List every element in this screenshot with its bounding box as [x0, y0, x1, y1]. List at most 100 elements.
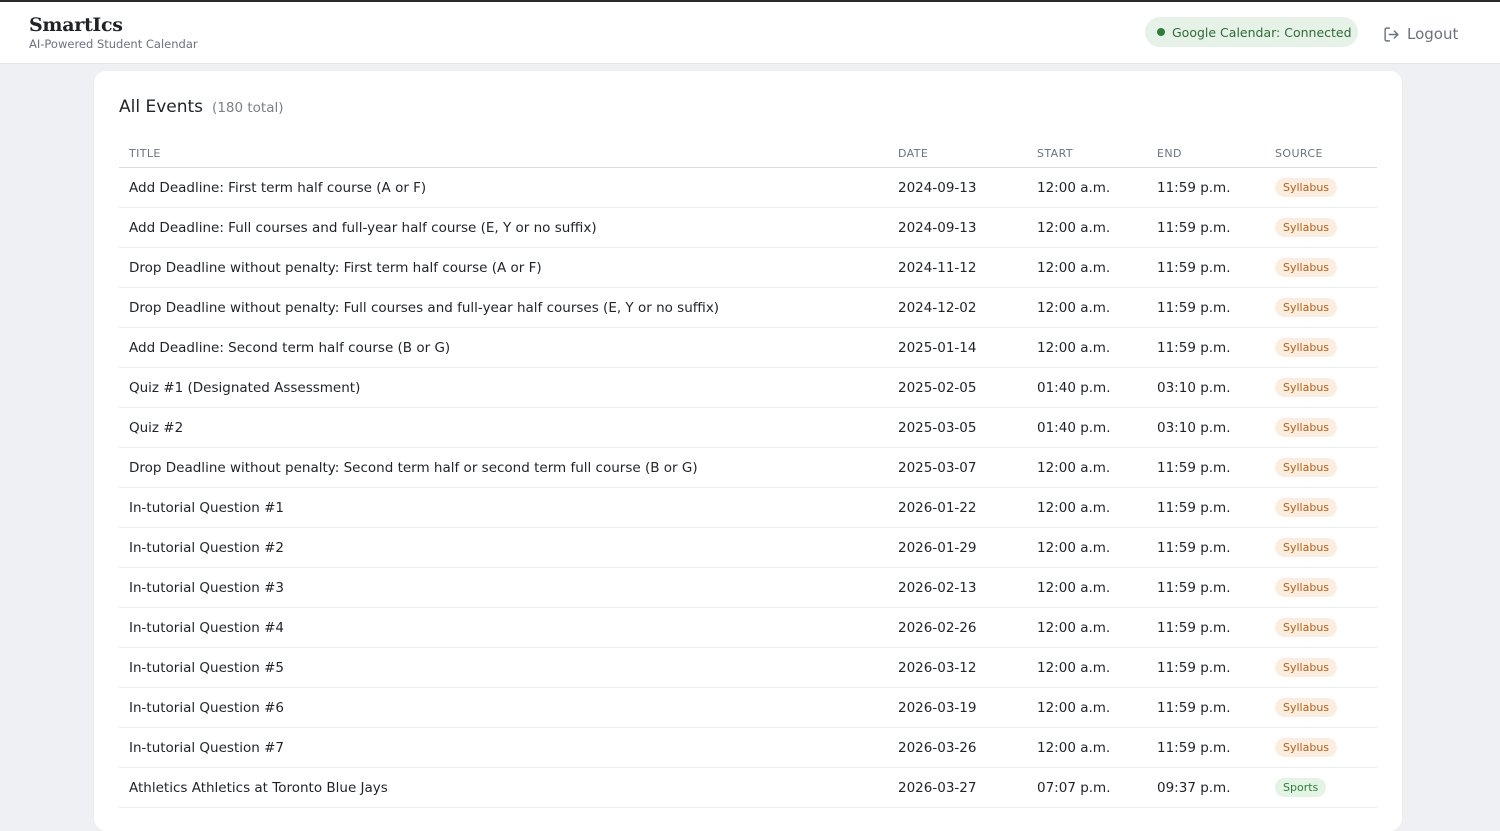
event-end-cell: 11:59 p.m. [1147, 487, 1265, 528]
logout-button[interactable]: Logout [1383, 23, 1458, 45]
event-source-cell: Syllabus [1265, 167, 1377, 208]
source-badge: Syllabus [1275, 538, 1338, 557]
source-badge: Syllabus [1275, 458, 1338, 477]
event-source-cell: Syllabus [1265, 247, 1377, 288]
event-date-cell: 2026-03-19 [888, 687, 1027, 728]
event-title-cell: In-tutorial Question #3 [119, 567, 888, 608]
event-date-cell: 2025-02-05 [888, 367, 1027, 408]
event-title-cell: In-tutorial Question #1 [119, 487, 888, 528]
source-badge: Syllabus [1275, 658, 1338, 677]
event-title-cell: Quiz #2 [119, 407, 888, 448]
source-badge: Syllabus [1275, 738, 1338, 757]
logout-label: Logout [1407, 25, 1459, 43]
event-date-cell: 2026-03-12 [888, 647, 1027, 688]
table-row[interactable]: Add Deadline: First term half course (A … [119, 167, 1377, 208]
source-badge: Syllabus [1275, 258, 1338, 277]
event-source-cell: Syllabus [1265, 407, 1377, 448]
table-header-row: TITLE DATE START END SOURCE [119, 139, 1377, 168]
event-title-cell: Drop Deadline without penalty: Second te… [119, 447, 888, 488]
event-date-cell: 2024-09-13 [888, 167, 1027, 208]
event-date-cell: 2025-03-07 [888, 447, 1027, 488]
source-badge: Syllabus [1275, 338, 1338, 357]
table-row[interactable]: Add Deadline: Full courses and full-year… [119, 207, 1377, 248]
event-title-cell: Add Deadline: Full courses and full-year… [119, 207, 888, 248]
event-start-cell: 12:00 a.m. [1027, 327, 1147, 368]
table-row[interactable]: Drop Deadline without penalty: Full cour… [119, 287, 1377, 328]
all-events-card: All Events (180 total) TITLE DATE START … [94, 71, 1402, 831]
event-date-cell: 2026-02-26 [888, 607, 1027, 648]
event-start-cell: 12:00 a.m. [1027, 567, 1147, 608]
event-date-cell: 2026-01-22 [888, 487, 1027, 528]
events-table-body: Add Deadline: First term half course (A … [119, 167, 1377, 808]
table-row[interactable]: In-tutorial Question #2 2026-01-29 12:00 a… [119, 527, 1377, 568]
table-row[interactable]: Drop Deadline without penalty: First ter… [119, 247, 1377, 288]
event-end-cell: 11:59 p.m. [1147, 647, 1265, 688]
google-calendar-status-badge: Google Calendar: Connected [1145, 17, 1358, 47]
table-row[interactable]: Athletics Athletics at Toronto Blue Jays… [119, 767, 1377, 808]
source-badge: Syllabus [1275, 178, 1338, 197]
table-row[interactable]: Quiz #1 (Designated Assessment) 2025-02-0… [119, 367, 1377, 408]
event-start-cell: 12:00 a.m. [1027, 607, 1147, 648]
column-header-date[interactable]: DATE [888, 139, 1027, 168]
column-header-title[interactable]: TITLE [119, 139, 888, 168]
event-title-cell: Quiz #1 (Designated Assessment) [119, 367, 888, 408]
table-row[interactable]: In-tutorial Question #3 2026-02-13 12:00 a… [119, 567, 1377, 608]
event-end-cell: 11:59 p.m. [1147, 727, 1265, 768]
event-source-cell: Syllabus [1265, 327, 1377, 368]
event-source-cell: Syllabus [1265, 647, 1377, 688]
event-end-cell: 11:59 p.m. [1147, 247, 1265, 288]
event-end-cell: 11:59 p.m. [1147, 207, 1265, 248]
event-end-cell: 11:59 p.m. [1147, 687, 1265, 728]
event-source-cell: Syllabus [1265, 727, 1377, 768]
event-date-cell: 2024-09-13 [888, 207, 1027, 248]
events-count: (180 total) [212, 100, 284, 116]
event-end-cell: 03:10 p.m. [1147, 407, 1265, 448]
event-source-cell: Syllabus [1265, 527, 1377, 568]
event-start-cell: 12:00 a.m. [1027, 647, 1147, 688]
event-start-cell: 12:00 a.m. [1027, 487, 1147, 528]
table-row[interactable]: Add Deadline: Second term half course (B… [119, 327, 1377, 368]
event-source-cell: Syllabus [1265, 567, 1377, 608]
event-end-cell: 11:59 p.m. [1147, 527, 1265, 568]
column-header-start[interactable]: START [1027, 139, 1147, 168]
event-start-cell: 12:00 a.m. [1027, 447, 1147, 488]
event-start-cell: 01:40 p.m. [1027, 367, 1147, 408]
source-badge: Sports [1275, 778, 1327, 797]
column-header-end[interactable]: END [1147, 139, 1265, 168]
column-header-source[interactable]: SOURCE [1265, 139, 1377, 168]
event-title-cell: In-tutorial Question #6 [119, 687, 888, 728]
event-source-cell: Syllabus [1265, 687, 1377, 728]
brand-name: SmartIcs [29, 14, 123, 36]
event-source-cell: Sports [1265, 767, 1377, 808]
table-row[interactable]: In-tutorial Question #7 2026-03-26 12:00 a… [119, 727, 1377, 768]
event-title-cell: In-tutorial Question #5 [119, 647, 888, 688]
source-badge: Syllabus [1275, 298, 1338, 317]
table-row[interactable]: Drop Deadline without penalty: Second te… [119, 447, 1377, 488]
status-dot-icon [1157, 28, 1165, 36]
event-start-cell: 07:07 p.m. [1027, 767, 1147, 808]
table-row[interactable]: In-tutorial Question #4 2026-02-26 12:00 a… [119, 607, 1377, 648]
event-source-cell: Syllabus [1265, 447, 1377, 488]
event-title-cell: In-tutorial Question #7 [119, 727, 888, 768]
table-row[interactable]: In-tutorial Question #6 2026-03-19 12:00 a… [119, 687, 1377, 728]
source-badge: Syllabus [1275, 578, 1338, 597]
event-start-cell: 12:00 a.m. [1027, 207, 1147, 248]
source-badge: Syllabus [1275, 498, 1338, 517]
event-date-cell: 2024-12-02 [888, 287, 1027, 328]
source-badge: Syllabus [1275, 698, 1338, 717]
source-badge: Syllabus [1275, 618, 1338, 637]
events-title: All Events [119, 97, 204, 117]
event-date-cell: 2026-02-13 [888, 567, 1027, 608]
event-end-cell: 11:59 p.m. [1147, 167, 1265, 208]
event-source-cell: Syllabus [1265, 607, 1377, 648]
event-date-cell: 2024-11-12 [888, 247, 1027, 288]
table-row[interactable]: In-tutorial Question #1 2026-01-22 12:00 a… [119, 487, 1377, 528]
event-start-cell: 12:00 a.m. [1027, 167, 1147, 208]
table-row[interactable]: In-tutorial Question #5 2026-03-12 12:00 a… [119, 647, 1377, 688]
event-title-cell: In-tutorial Question #2 [119, 527, 888, 568]
table-row[interactable]: Quiz #2 2025-03-05 01:40 p.m. 03:10 p.m. Syl… [119, 407, 1377, 448]
event-end-cell: 11:59 p.m. [1147, 607, 1265, 648]
event-title-cell: Drop Deadline without penalty: First ter… [119, 247, 888, 288]
event-end-cell: 03:10 p.m. [1147, 367, 1265, 408]
events-table: TITLE DATE START END SOURCE Add Deadline… [119, 139, 1377, 808]
